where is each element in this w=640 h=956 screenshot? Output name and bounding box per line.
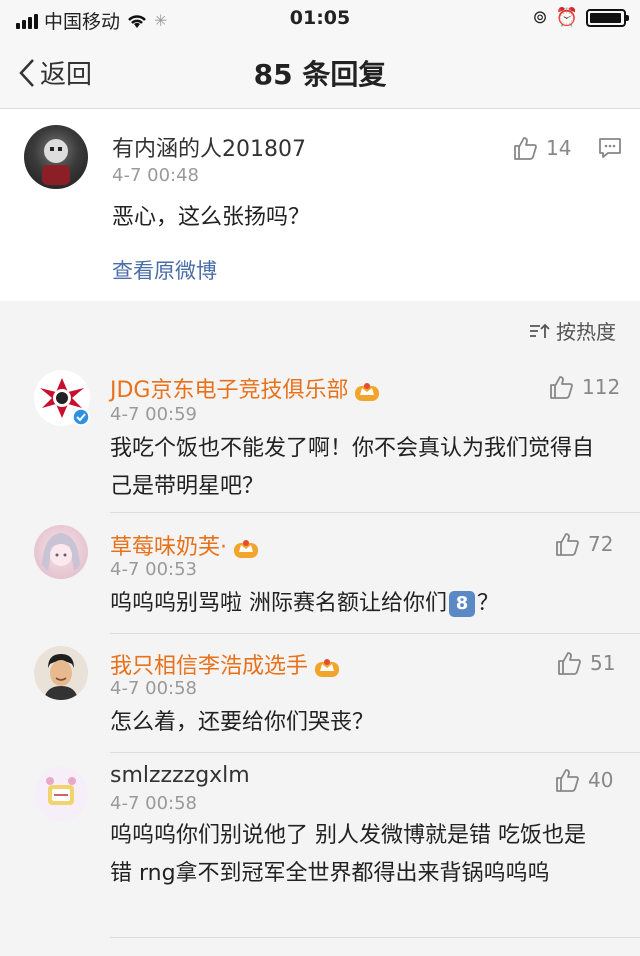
list-item: 草莓味奶芙· 4-7 00:53 呜呜呜别骂啦 洲际赛名额让给你们 8？ 72 — [0, 513, 640, 634]
like-button[interactable]: 40 — [554, 767, 613, 793]
vip-crown-icon — [355, 383, 380, 401]
avatar-character-icon — [42, 533, 80, 571]
list-item: JDG京东电子竞技俱乐部 4-7 00:59 我吃个饭也不能发了啊！你不会真认为… — [0, 356, 640, 513]
battery-icon — [586, 8, 629, 27]
username[interactable]: 我只相信李浩成选手 — [110, 648, 340, 680]
sort-by-hot-button[interactable]: 按热度 — [528, 316, 616, 345]
thumbs-up-icon — [556, 533, 579, 556]
username[interactable]: smlzzzzgxlm — [110, 763, 250, 788]
reply-time: 4-7 00:53 — [110, 559, 197, 580]
divider — [110, 937, 640, 938]
avatar-cartoon-icon — [46, 777, 76, 805]
reply-list: JDG京东电子竞技俱乐部 4-7 00:59 我吃个饭也不能发了啊！你不会真认为… — [0, 356, 640, 956]
comment-text: 恶心，这么张扬吗？ — [112, 205, 311, 230]
avatar[interactable] — [34, 646, 88, 700]
reply-text-line: 呜呜呜别骂啦 洲际赛名额让给你们 8？ — [110, 585, 499, 623]
like-count: 51 — [590, 651, 616, 675]
username-text: 我只相信李浩成选手 — [110, 654, 309, 679]
sort-bar: 按热度 — [0, 302, 640, 356]
username-text: 草莓味奶芙· — [110, 535, 227, 560]
like-button[interactable]: 51 — [556, 650, 615, 676]
username-text: JDG京东电子竞技俱乐部 — [110, 378, 349, 403]
reply-text: 怎么着，还要给你们哭丧？ — [110, 710, 375, 735]
thumbs-up-icon — [558, 652, 581, 675]
page-title: 85 条回复 — [253, 58, 387, 91]
reply-text: 呜呜呜别骂啦 洲际赛名额让给你们 — [110, 591, 447, 616]
status-bar: 中国移动 ✳ 01:05 ⊚ ⏰ — [0, 0, 640, 36]
like-count: 72 — [588, 532, 614, 556]
thumbs-up-icon — [550, 376, 573, 399]
emoji-number-badge: 8 — [449, 591, 475, 617]
reply-time: 4-7 00:59 — [110, 404, 197, 425]
sort-label: 按热度 — [556, 320, 616, 344]
view-original-link[interactable]: 查看原微博 — [112, 255, 217, 285]
like-count: 14 — [546, 136, 572, 160]
thumbs-up-icon — [556, 769, 579, 792]
like-button[interactable]: 112 — [548, 374, 620, 400]
avatar-person-icon — [44, 654, 78, 700]
like-button[interactable]: 72 — [554, 531, 613, 557]
post-time: 4-7 00:48 — [112, 165, 199, 186]
username[interactable]: JDG京东电子竞技俱乐部 — [110, 372, 380, 404]
reply-text: 呜呜呜你们别说他了 别人发微博就是错 吃饭也是错 rng拿不到冠军全世界都得出来… — [110, 823, 586, 886]
navigation-bar: 返回 85 条回复 — [0, 36, 640, 109]
alarm-icon: ⏰ — [555, 7, 578, 28]
sort-icon — [530, 323, 550, 338]
reply-time: 4-7 00:58 — [110, 793, 197, 814]
verified-badge-icon — [72, 408, 90, 426]
like-count: 112 — [582, 375, 621, 399]
avatar[interactable] — [34, 767, 88, 821]
avatar[interactable] — [24, 125, 88, 189]
list-item: smlzzzzgxlm 4-7 00:58 呜呜呜你们别说他了 别人发微博就是错… — [0, 753, 640, 943]
vip-crown-icon — [315, 659, 340, 677]
list-item: 我只相信李浩成选手 4-7 00:58 怎么着，还要给你们哭丧？ 51 — [0, 634, 640, 753]
username[interactable]: 有内涵的人201807 — [112, 131, 306, 163]
vip-crown-icon — [234, 540, 258, 558]
reply-icon[interactable] — [598, 137, 622, 159]
rotation-lock-icon: ⊚ — [532, 7, 548, 28]
reply-text-suffix: ？ — [477, 591, 500, 616]
reply-time: 4-7 00:58 — [110, 678, 197, 699]
username[interactable]: 草莓味奶芙· — [110, 529, 259, 561]
thumbs-up-icon — [514, 137, 537, 160]
reply-text: 我吃个饭也不能发了啊！你不会真认为我们觉得自己是带明星吧？ — [110, 436, 595, 499]
like-count: 40 — [588, 768, 614, 792]
original-comment: 有内涵的人201807 4-7 00:48 恶心，这么张扬吗？ 查看原微博 14 — [0, 109, 640, 301]
avatar[interactable] — [34, 525, 88, 579]
avatar-figure-icon — [42, 139, 70, 185]
like-button[interactable]: 14 — [512, 135, 571, 161]
